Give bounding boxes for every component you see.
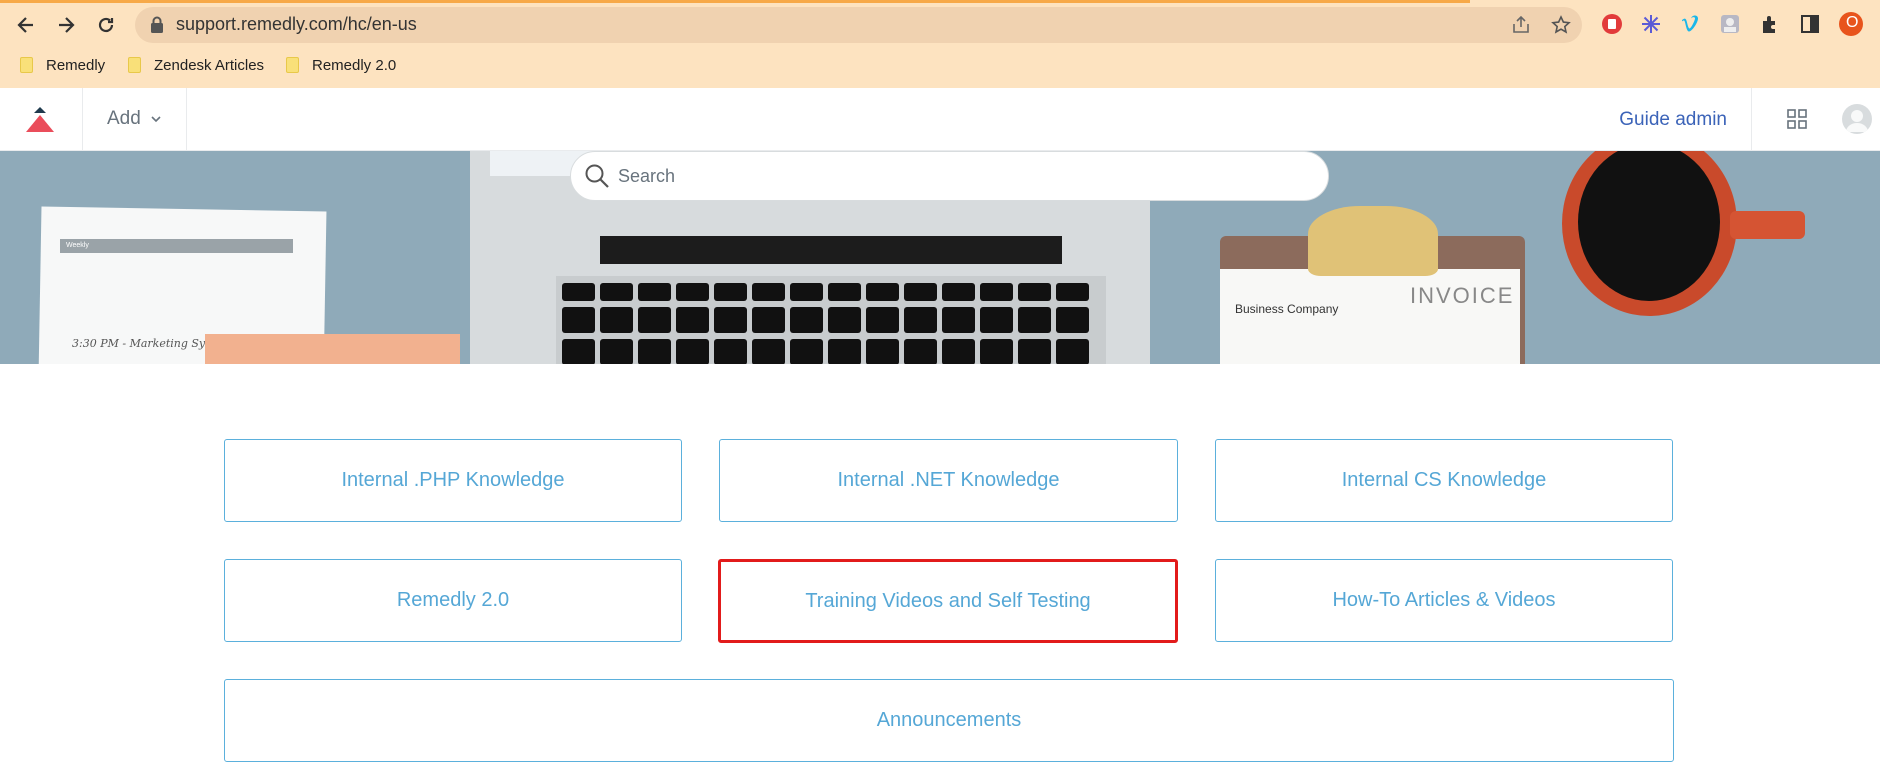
forward-button[interactable] <box>51 10 81 40</box>
hero-mug-handle <box>1730 211 1805 239</box>
bookmark-page-icon <box>286 57 299 73</box>
profile-initial: O <box>1846 14 1859 31</box>
share-icon <box>1513 15 1529 33</box>
category-internal-cs[interactable]: Internal CS Knowledge <box>1215 439 1673 522</box>
category-training-videos[interactable]: Training Videos and Self Testing <box>718 559 1178 643</box>
search-input[interactable] <box>618 160 1308 192</box>
hero-invoice-title: INVOICE <box>1410 283 1515 308</box>
snowflake-icon <box>1642 15 1660 33</box>
extensions-button[interactable] <box>1757 11 1783 37</box>
category-internal-net[interactable]: Internal .NET Knowledge <box>719 439 1178 522</box>
hero-invoice-company: Business Company <box>1235 302 1339 316</box>
hero-laptop-hinge <box>600 236 1062 264</box>
category-internal-php[interactable]: Internal .PHP Knowledge <box>224 439 682 522</box>
page-loading-indicator <box>0 0 1470 3</box>
guide-admin-link[interactable]: Guide admin <box>1619 109 1727 131</box>
bookmark-zendesk-articles[interactable]: Zendesk Articles <box>128 55 264 75</box>
puzzle-icon <box>1763 16 1775 33</box>
reload-icon <box>98 17 114 33</box>
lock-icon <box>151 16 163 33</box>
category-label: Internal .NET Knowledge <box>837 469 1060 491</box>
header-divider <box>186 88 187 151</box>
search-icon <box>585 164 609 188</box>
category-label: How-To Articles & Videos <box>1332 589 1556 611</box>
category-announcements[interactable]: Announcements <box>224 679 1674 762</box>
bookmark-star-button[interactable] <box>1548 12 1574 38</box>
extension-button-3[interactable] <box>1677 11 1703 37</box>
reload-button[interactable] <box>91 10 121 40</box>
user-icon <box>1846 110 1868 132</box>
category-label: Internal .PHP Knowledge <box>341 469 565 491</box>
header-divider <box>82 88 83 151</box>
chevron-down-icon <box>151 116 161 123</box>
extension-button-1[interactable] <box>1599 11 1625 37</box>
add-label: Add <box>107 108 141 129</box>
category-how-to-articles[interactable]: How-To Articles & Videos <box>1215 559 1673 642</box>
bookmark-remedly-2[interactable]: Remedly 2.0 <box>286 55 396 75</box>
back-button[interactable] <box>11 10 41 40</box>
remedly-logo[interactable] <box>22 104 58 134</box>
hero-key-row <box>562 307 1089 333</box>
hero-paper-note: 3:30 PM - Marketing Syst <box>72 337 216 350</box>
user-avatar[interactable] <box>1842 104 1872 134</box>
extension-button-4[interactable] <box>1717 11 1743 37</box>
extension-button-2[interactable] <box>1638 11 1664 37</box>
add-dropdown[interactable]: Add <box>107 108 163 130</box>
arrow-right-icon <box>59 17 75 33</box>
hero-paper-header: Weekly <box>60 239 293 253</box>
bookmark-page-icon <box>128 57 141 73</box>
hero-key-row <box>562 283 1089 301</box>
category-remedly-2[interactable]: Remedly 2.0 <box>224 559 682 642</box>
side-panel-icon <box>1801 15 1819 33</box>
hero-key-row <box>562 339 1089 364</box>
bookmark-remedly[interactable]: Remedly <box>20 55 105 75</box>
apps-grid-icon[interactable] <box>1786 108 1808 130</box>
category-label: Remedly 2.0 <box>396 589 510 611</box>
hero-notebook <box>205 334 460 364</box>
profile-extension-icon <box>1721 15 1739 33</box>
bookmark-page-icon <box>20 57 33 73</box>
site-header <box>0 88 1880 151</box>
url-text: support.remedly.com/hc/en-us <box>176 14 417 34</box>
category-label: Announcements <box>876 709 1022 731</box>
red-extension-icon <box>1602 14 1622 34</box>
star-icon <box>1551 15 1571 34</box>
arrow-left-icon <box>17 17 33 33</box>
hero-clip <box>1308 206 1438 276</box>
category-label: Internal CS Knowledge <box>1341 469 1547 491</box>
category-label: Training Videos and Self Testing <box>805 589 1091 612</box>
header-divider <box>1751 88 1752 151</box>
share-button[interactable] <box>1508 12 1534 38</box>
vimeo-icon <box>1682 15 1698 32</box>
side-panel-button[interactable] <box>1797 11 1823 37</box>
